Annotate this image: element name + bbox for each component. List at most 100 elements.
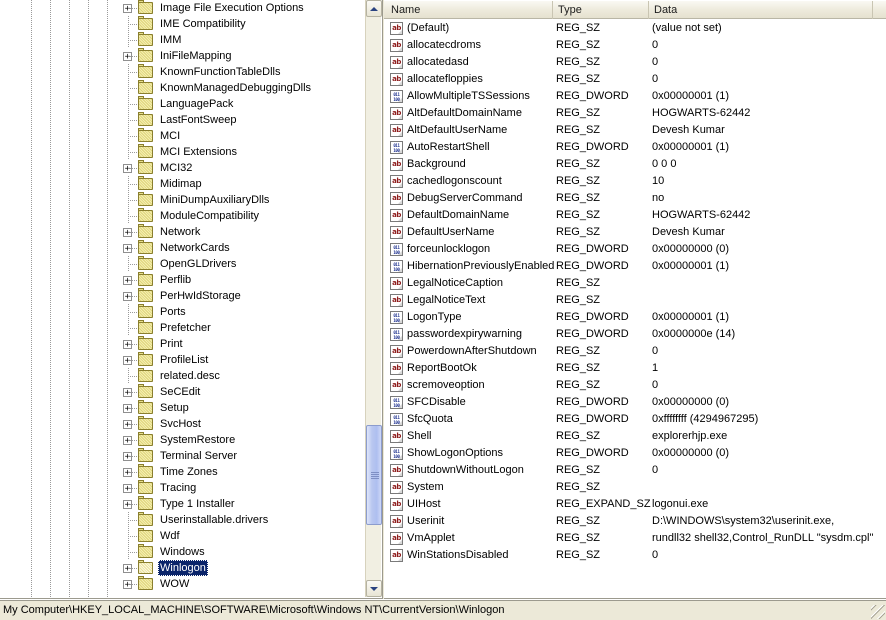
value-row[interactable]: ab Shell REG_SZ explorerhjp.exe	[384, 428, 886, 445]
column-header-data[interactable]: Data	[649, 1, 873, 19]
string-value-icon: ab	[390, 498, 403, 511]
tree-item-userinstallable-drivers[interactable]: Userinstallable.drivers	[0, 512, 366, 528]
tree-item-imm[interactable]: IMM	[0, 32, 366, 48]
tree-item-mci32[interactable]: MCI32	[0, 160, 366, 176]
value-type: REG_DWORD	[556, 141, 629, 153]
value-row[interactable]: 011 100 LogonType REG_DWORD 0x00000001 (1)	[384, 309, 886, 326]
tree-item-modulecompatibility[interactable]: ModuleCompatibility	[0, 208, 366, 224]
value-row[interactable]: ab DefaultDomainName REG_SZ HOGWARTS-62442	[384, 207, 886, 224]
tree-item-mci-extensions[interactable]: MCI Extensions	[0, 144, 366, 160]
value-row[interactable]: ab ShutdownWithoutLogon REG_SZ 0	[384, 462, 886, 479]
value-row[interactable]: ab Background REG_SZ 0 0 0	[384, 156, 886, 173]
tree-item-related-desc[interactable]: related.desc	[0, 368, 366, 384]
tree-item-wow[interactable]: WOW	[0, 576, 366, 592]
tree-item-winlogon[interactable]: Winlogon	[0, 560, 366, 576]
column-header-type[interactable]: Type	[553, 1, 649, 19]
value-row[interactable]: 011 100 AllowMultipleTSSessions REG_DWORD 0x…	[384, 88, 886, 105]
tree-vertical-scrollbar[interactable]	[365, 0, 382, 597]
tree-item-perhwidstorage[interactable]: PerHwIdStorage	[0, 288, 366, 304]
value-row[interactable]: ab DebugServerCommand REG_SZ no	[384, 190, 886, 207]
tree-item-minidumpauxiliarydlls[interactable]: MiniDumpAuxiliaryDlls	[0, 192, 366, 208]
value-type: REG_DWORD	[556, 447, 629, 459]
tree-item-knownmanageddebuggingdlls[interactable]: KnownManagedDebuggingDlls	[0, 80, 366, 96]
tree-elbow-line	[128, 248, 138, 249]
tree-item-label: Network	[160, 226, 201, 238]
value-row[interactable]: ab allocatedasd REG_SZ 0	[384, 54, 886, 71]
tree-item-ime-compatibility[interactable]: IME Compatibility	[0, 16, 366, 32]
value-row[interactable]: 011 100 passwordexpirywarning REG_DWORD 0x00…	[384, 326, 886, 343]
tree-item-image-file-execution-options[interactable]: Image File Execution Options	[0, 0, 366, 16]
folder-open-icon	[138, 560, 154, 575]
tree-elbow-line	[128, 536, 138, 537]
value-row[interactable]: 011 100 SFCDisable REG_DWORD 0x00000000 (0)	[384, 394, 886, 411]
tree-item-prefetcher[interactable]: Prefetcher	[0, 320, 366, 336]
value-row[interactable]: ab allocatecdroms REG_SZ 0	[384, 37, 886, 54]
tree-elbow-line	[128, 376, 138, 377]
value-row[interactable]: ab cachedlogonscount REG_SZ 10	[384, 173, 886, 190]
value-row[interactable]: ab scremoveoption REG_SZ 0	[384, 377, 886, 394]
folder-icon	[138, 32, 154, 47]
value-row[interactable]: ab (Default) REG_SZ (value not set)	[384, 20, 886, 37]
tree-item-ports[interactable]: Ports	[0, 304, 366, 320]
tree-scrollbar-thumb[interactable]	[366, 425, 382, 525]
tree-elbow-line	[128, 568, 138, 569]
value-row[interactable]: ab PowerdownAfterShutdown REG_SZ 0	[384, 343, 886, 360]
tree-item-secedit[interactable]: SeCEdit	[0, 384, 366, 400]
tree-elbow-line	[128, 504, 138, 505]
value-row[interactable]: ab VmApplet REG_SZ rundll32 shell32,Control…	[384, 530, 886, 547]
tree-item-knownfunctiontabledlls[interactable]: KnownFunctionTableDlls	[0, 64, 366, 80]
tree-item-midimap[interactable]: Midimap	[0, 176, 366, 192]
value-row[interactable]: 011 100 AutoRestartShell REG_DWORD 0x0000000…	[384, 139, 886, 156]
value-row[interactable]: 011 100 SfcQuota REG_DWORD 0xffffffff (42949…	[384, 411, 886, 428]
tree-item-profilelist[interactable]: ProfileList	[0, 352, 366, 368]
folder-icon	[138, 224, 154, 239]
tree-item-terminal-server[interactable]: Terminal Server	[0, 448, 366, 464]
value-row[interactable]: ab WinStationsDisabled REG_SZ 0	[384, 547, 886, 564]
dword-value-icon: 011 100	[390, 413, 403, 426]
tree-item-tracing[interactable]: Tracing	[0, 480, 366, 496]
tree-item-mci[interactable]: MCI	[0, 128, 366, 144]
value-row[interactable]: ab LegalNoticeCaption REG_SZ	[384, 275, 886, 292]
value-row[interactable]: ab ReportBootOk REG_SZ 1	[384, 360, 886, 377]
folder-icon	[138, 336, 154, 351]
value-row[interactable]: ab AltDefaultUserName REG_SZ Devesh Kumar	[384, 122, 886, 139]
value-row[interactable]: ab UIHost REG_EXPAND_SZ logonui.exe	[384, 496, 886, 513]
value-row[interactable]: ab Userinit REG_SZ D:\WINDOWS\system32\user…	[384, 513, 886, 530]
column-header-name[interactable]: Name	[386, 1, 553, 19]
tree-item-networkcards[interactable]: NetworkCards	[0, 240, 366, 256]
tree-item-systemrestore[interactable]: SystemRestore	[0, 432, 366, 448]
value-row[interactable]: ab allocatefloppies REG_SZ 0	[384, 71, 886, 88]
tree-item-wdf[interactable]: Wdf	[0, 528, 366, 544]
tree-item-setup[interactable]: Setup	[0, 400, 366, 416]
string-value-icon: ab	[390, 464, 403, 477]
tree-item-label: Windows	[160, 546, 205, 558]
value-type: REG_SZ	[556, 175, 601, 187]
value-type: REG_SZ	[556, 22, 601, 34]
value-type: REG_SZ	[556, 56, 601, 68]
tree-item-lastfontsweep[interactable]: LastFontSweep	[0, 112, 366, 128]
tree-scroll-viewport[interactable]: Image File Execution Options IME Compatib…	[0, 0, 366, 597]
value-type: REG_SZ	[556, 430, 601, 442]
tree-item-time-zones[interactable]: Time Zones	[0, 464, 366, 480]
value-row[interactable]: ab LegalNoticeText REG_SZ	[384, 292, 886, 309]
tree-item-inifilemapping[interactable]: IniFileMapping	[0, 48, 366, 64]
tree-item-perflib[interactable]: Perflib	[0, 272, 366, 288]
tree-item-label: Print	[160, 338, 183, 350]
value-row[interactable]: 011 100 forceunlocklogon REG_DWORD 0x0000000…	[384, 241, 886, 258]
value-row[interactable]: 011 100 HibernationPreviouslyEnabled REG_DW…	[384, 258, 886, 275]
tree-item-windows[interactable]: Windows	[0, 544, 366, 560]
down-arrow-glyph	[370, 586, 378, 591]
tree-item-opengldrivers[interactable]: OpenGLDrivers	[0, 256, 366, 272]
tree-item-network[interactable]: Network	[0, 224, 366, 240]
tree-item-print[interactable]: Print	[0, 336, 366, 352]
value-row[interactable]: ab DefaultUserName REG_SZ Devesh Kumar	[384, 224, 886, 241]
tree-item-languagepack[interactable]: LanguagePack	[0, 96, 366, 112]
tree-item-svchost[interactable]: SvcHost	[0, 416, 366, 432]
resize-grip-icon[interactable]	[871, 605, 885, 619]
scroll-down-arrow-icon[interactable]	[366, 580, 382, 597]
value-row[interactable]: ab AltDefaultDomainName REG_SZ HOGWARTS-624…	[384, 105, 886, 122]
scroll-up-arrow-icon[interactable]	[366, 0, 382, 17]
value-row[interactable]: 011 100 ShowLogonOptions REG_DWORD 0x0000000…	[384, 445, 886, 462]
value-row[interactable]: ab System REG_SZ	[384, 479, 886, 496]
tree-item-type-1-installer[interactable]: Type 1 Installer	[0, 496, 366, 512]
